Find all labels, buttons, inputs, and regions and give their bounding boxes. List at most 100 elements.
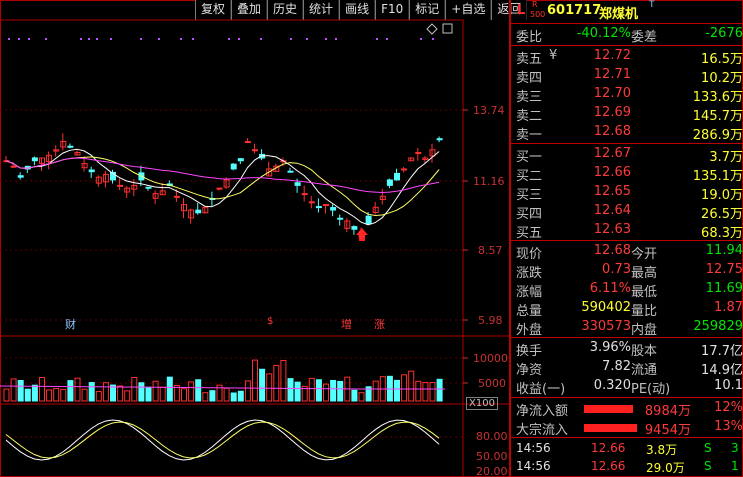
weicha-value: -2676: [705, 26, 743, 41]
signal-dot: [180, 38, 182, 40]
fundamental-value: 17.7亿: [701, 344, 743, 359]
rise-marker[interactable]: 涨: [373, 316, 386, 332]
stat-row: 涨幅 6.11% 最低 11.69: [511, 280, 743, 300]
ask-row: 卖一 12.68 286.9万: [511, 123, 743, 143]
volume-bar: [10, 378, 17, 402]
volume-bar: [102, 382, 109, 402]
stat-label: 内盘: [631, 323, 658, 338]
stat-row: 外盘 330573 内盘 259829: [511, 318, 743, 338]
ask-price: 12.68: [593, 124, 631, 139]
volume-bar: [152, 380, 159, 402]
fundamental-label: 换手: [516, 344, 543, 359]
finance-marker[interactable]: 财: [64, 316, 77, 332]
candle-body: [145, 186, 152, 189]
bid-row: 买五 12.63 68.3万: [511, 221, 743, 241]
candle-body: [10, 165, 17, 168]
kline-chart-area[interactable]: 复权 叠加 历史 统计 画线 F10 标记 +自选 返回 13.74 11.16…: [0, 0, 528, 477]
flow-value: 8984万: [644, 404, 691, 419]
weibi-row: 委比 -40.12% 委差 -2676: [511, 25, 743, 45]
volume-axis-label: 10000: [473, 352, 508, 365]
volume-bar: [166, 376, 173, 402]
bid-volume: 3.7万: [709, 150, 743, 165]
candle-body: [252, 149, 258, 152]
ma5-line: [5, 148, 440, 226]
signal-dot: [192, 38, 194, 40]
volume-bar: [81, 388, 88, 402]
signal-dot: [386, 38, 388, 40]
volume-bar: [315, 379, 322, 402]
fundamental-label: 流通: [631, 363, 658, 378]
ma10-line: [5, 156, 440, 217]
candle-body: [294, 182, 301, 186]
ask-label: 卖四: [516, 71, 543, 86]
ask-label: 卖五: [516, 52, 543, 67]
stat-value: 11.94: [705, 243, 743, 258]
stat-label: 现价: [516, 247, 543, 262]
candle-body: [230, 163, 237, 170]
volume-bar: [330, 379, 337, 402]
up-arrow-icon: [356, 228, 368, 241]
volume-bar: [46, 389, 53, 402]
stat-row: 现价 12.68 今开 11.94: [511, 242, 743, 262]
volume-bar: [408, 370, 415, 402]
signal-dot: [80, 38, 82, 40]
price-axis-label: 5.98: [478, 314, 503, 327]
kdj-axis-label: 80.00: [476, 430, 508, 443]
candle-body: [244, 141, 251, 144]
volume-bar: [223, 387, 230, 402]
volume-bar: [244, 380, 251, 402]
stat-row: 涨跌 0.73 最高 12.75: [511, 261, 743, 281]
candle-body: [216, 187, 223, 190]
candle-body: [301, 193, 308, 196]
volume-bar: [181, 388, 187, 402]
volume-bar: [287, 378, 294, 402]
candle-body: [308, 201, 315, 204]
stock-code: 601717: [547, 3, 602, 18]
r-flag: R: [532, 0, 538, 9]
bid-price: 12.65: [593, 184, 631, 199]
candle-body: [173, 195, 180, 198]
stat-row: 总量 590402 量比 1.87: [511, 299, 743, 319]
bid-price: 12.67: [593, 146, 631, 161]
volume-bar: [422, 381, 429, 402]
bid-price: 12.66: [593, 165, 631, 180]
bid-label: 买一: [516, 150, 543, 165]
volume-bar: [252, 359, 258, 402]
dividend-marker[interactable]: $: [266, 316, 274, 327]
yen-icon: ¥: [549, 48, 558, 63]
tick-row: 14:56 12.66 3.8万 S 3: [511, 440, 743, 457]
tick-price: 12.66: [591, 459, 626, 473]
volume-bar: [202, 392, 209, 402]
volume-bar: [372, 380, 379, 402]
volume-bar: [117, 385, 124, 402]
tick-side: S: [704, 459, 712, 473]
volume-bar: [259, 368, 266, 402]
increase-marker[interactable]: 增: [340, 316, 353, 332]
candle-body: [351, 226, 358, 230]
tick-num: 1: [731, 459, 739, 473]
tick-time: 14:56: [516, 441, 551, 455]
candle-body: [386, 179, 393, 186]
volume-bar: [280, 360, 287, 402]
volume-bar: [209, 390, 216, 402]
bid-volume: 68.3万: [701, 226, 743, 241]
volume-bar: [401, 374, 408, 402]
weibi-label: 委比: [516, 30, 543, 45]
candle-body: [330, 207, 337, 211]
signal-dot: [260, 38, 262, 40]
candle-body: [337, 217, 344, 220]
kdj-d-line: [5, 421, 440, 459]
bid-volume: 135.1万: [692, 169, 743, 184]
ma30-line: [5, 157, 440, 194]
candle-body: [88, 169, 95, 173]
volume-bar: [294, 381, 301, 402]
ask-row: 卖四 12.71 10.2万: [511, 66, 743, 86]
kdj-k-line: [5, 419, 440, 461]
flow-pct: 13%: [714, 419, 743, 434]
stat-value: 11.69: [705, 281, 743, 296]
tick-side: S: [704, 441, 712, 455]
volume-bar: [88, 382, 95, 402]
flow-label: 大宗流入: [516, 423, 569, 438]
volume-bar: [415, 380, 422, 402]
signal-dot: [432, 38, 434, 40]
